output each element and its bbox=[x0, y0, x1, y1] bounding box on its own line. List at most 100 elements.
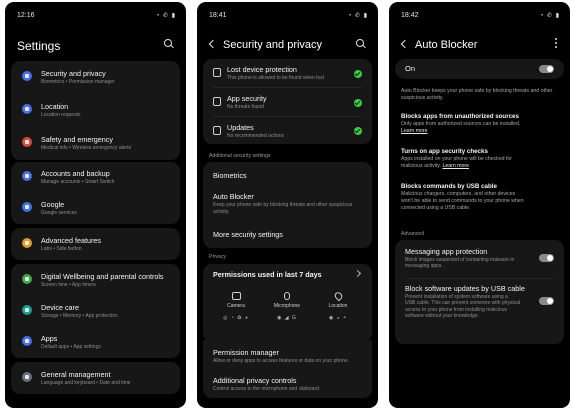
permission-manager-row[interactable]: Permission manager Allow or deny apps to… bbox=[203, 342, 372, 370]
settings-item-device-care[interactable]: Device care Storage • Memory • App prote… bbox=[11, 295, 180, 326]
page-title: Auto Blocker bbox=[415, 39, 478, 51]
star-gear-icon bbox=[22, 238, 32, 248]
security-status-card: Lost device protection This phone is all… bbox=[203, 59, 372, 144]
status-time: 18:42 bbox=[401, 12, 419, 19]
security-header: Security and privacy bbox=[197, 32, 378, 58]
emergency-icon bbox=[22, 137, 32, 147]
settings-item-google[interactable]: Google Google services bbox=[11, 193, 180, 224]
permission-label: Microphone bbox=[273, 303, 301, 309]
item-subtitle: Location requests bbox=[41, 112, 81, 118]
sliders-icon bbox=[22, 372, 32, 382]
back-arrow-icon[interactable] bbox=[398, 36, 412, 52]
settings-item-advanced[interactable]: Advanced features Labs • Side button bbox=[11, 228, 180, 260]
settings-header: Settings bbox=[5, 32, 186, 58]
status-bar: 18:41 ◔ ✆ ▮ bbox=[209, 12, 368, 22]
on-label: On bbox=[405, 64, 416, 73]
item-title: General management bbox=[41, 370, 111, 379]
back-arrow-icon[interactable] bbox=[206, 36, 220, 52]
master-toggle-row[interactable]: On bbox=[395, 59, 564, 79]
usb-updates-toggle[interactable] bbox=[539, 297, 554, 305]
permission-label: Camera bbox=[227, 303, 245, 309]
app-security-row[interactable]: App security No threats found bbox=[203, 88, 372, 116]
additional-privacy-controls-row[interactable]: Additional privacy controls Control acce… bbox=[203, 370, 372, 398]
feature-title: Blocks commands by USB cable bbox=[401, 183, 497, 190]
auto-blocker-row[interactable]: Auto Blocker Keep your phone safe by blo… bbox=[203, 186, 372, 224]
status-icons: ◔ ✆ ▮ bbox=[539, 13, 560, 19]
learn-more-link[interactable]: Learn more bbox=[442, 163, 469, 169]
settings-item-location[interactable]: Location Location requests bbox=[11, 94, 180, 127]
settings-group-1: Security and privacy Biometrics • Permis… bbox=[11, 61, 180, 160]
item-subtitle: Prevent installation of system software … bbox=[405, 294, 520, 319]
status-bar: 18:42 ◔ ✆ ▮ bbox=[401, 12, 560, 22]
auto-blocker-header: Auto Blocker bbox=[389, 32, 570, 58]
item-subtitle: Google services bbox=[41, 210, 77, 216]
item-subtitle: No threats found bbox=[227, 104, 264, 110]
settings-item-safety[interactable]: Safety and emergency Medical info • Wire… bbox=[11, 127, 180, 160]
item-title: Block software updates by USB cable bbox=[405, 284, 525, 293]
item-subtitle: Keep your phone safe by blocking threats… bbox=[213, 202, 353, 215]
shield-icon bbox=[22, 71, 32, 81]
item-title: Auto Blocker bbox=[213, 192, 254, 201]
usb-updates-block-row[interactable]: Block software updates by USB cable Prev… bbox=[395, 279, 564, 344]
search-icon[interactable] bbox=[354, 37, 368, 51]
apps-shield-icon bbox=[213, 97, 221, 106]
permissions-used-row[interactable]: Permissions used in last 7 days bbox=[203, 264, 372, 284]
feature-unauthorized-sources: Blocks apps from unauthorized sources On… bbox=[401, 113, 558, 135]
privacy-controls-card: Permission manager Allow or deny apps to… bbox=[203, 340, 372, 398]
messaging-app-protection-row[interactable]: Messaging app protection Block images su… bbox=[395, 240, 564, 276]
more-options-icon[interactable] bbox=[554, 38, 558, 50]
item-subtitle: Control access to the microphone and cli… bbox=[213, 386, 321, 392]
settings-item-general[interactable]: General management Language and keyboard… bbox=[11, 362, 180, 394]
additional-security-card: Biometrics Auto Blocker Keep your phone … bbox=[203, 162, 372, 248]
check-icon bbox=[354, 127, 362, 135]
permission-apps: ◉ ◒ ◓ bbox=[328, 315, 348, 321]
status-time: 12:16 bbox=[17, 12, 35, 19]
item-title: Messaging app protection bbox=[405, 247, 488, 256]
page-title: Settings bbox=[17, 39, 61, 53]
learn-more-link[interactable]: Learn more bbox=[401, 128, 428, 134]
biometrics-row[interactable]: Biometrics bbox=[203, 162, 372, 186]
security-privacy-screen: 18:41 ◔ ✆ ▮ Security and privacy Lost de… bbox=[197, 2, 378, 408]
item-title: Safety and emergency bbox=[41, 135, 113, 144]
item-title: Google bbox=[41, 200, 65, 209]
search-icon[interactable] bbox=[162, 37, 176, 51]
settings-item-accounts[interactable]: Accounts and backup Manage accounts • Sm… bbox=[11, 162, 180, 193]
settings-item-apps[interactable]: Apps Default apps • App settings bbox=[11, 326, 180, 358]
item-subtitle: Labs • Side button bbox=[41, 246, 82, 252]
phone-lock-icon bbox=[213, 68, 221, 77]
settings-item-wellbeing[interactable]: Digital Wellbeing and parental controls … bbox=[11, 264, 180, 295]
item-title: Apps bbox=[41, 334, 58, 343]
location-pin-icon bbox=[22, 104, 32, 114]
location-permission[interactable]: Location ◉ ◒ ◓ bbox=[313, 290, 363, 321]
sync-icon bbox=[22, 171, 32, 181]
more-security-settings-row[interactable]: More security settings bbox=[203, 224, 372, 248]
advanced-card: Messaging app protection Block images su… bbox=[395, 240, 564, 344]
item-subtitle: Default apps • App settings bbox=[41, 344, 101, 350]
camera-permission[interactable]: Camera ◎ ◔ ✿ ◕ bbox=[211, 292, 261, 321]
messaging-protection-toggle[interactable] bbox=[539, 254, 554, 262]
item-subtitle: Storage • Memory • App protection bbox=[41, 313, 118, 319]
update-icon bbox=[213, 126, 221, 135]
item-title: Digital Wellbeing and parental controls bbox=[41, 272, 164, 281]
check-icon bbox=[354, 99, 362, 107]
microphone-permission[interactable]: Microphone ◉ ◢ G bbox=[262, 292, 312, 321]
lost-device-protection-row[interactable]: Lost device protection This phone is all… bbox=[203, 59, 372, 87]
item-title: Location bbox=[41, 102, 69, 111]
item-title: Lost device protection bbox=[227, 65, 297, 74]
auto-blocker-toggle[interactable] bbox=[539, 65, 554, 73]
permissions-card: Permissions used in last 7 days Camera ◎… bbox=[203, 264, 372, 342]
permission-apps: ◎ ◔ ✿ ◕ bbox=[223, 315, 249, 321]
feature-title: Turns on app security checks bbox=[401, 148, 488, 155]
camera-icon bbox=[231, 292, 241, 300]
settings-screen: 12:16 ◔ ✆ ▮ Settings Security and privac… bbox=[5, 2, 186, 408]
feature-title: Blocks apps from unauthorized sources bbox=[401, 113, 519, 120]
device-care-icon bbox=[22, 305, 32, 315]
item-subtitle: Manage accounts • Smart Switch bbox=[41, 179, 115, 185]
section-label: Privacy bbox=[209, 254, 227, 260]
settings-item-security[interactable]: Security and privacy Biometrics • Permis… bbox=[11, 61, 180, 94]
feature-usb-commands: Blocks commands by USB cable Malicious c… bbox=[401, 183, 558, 212]
check-icon bbox=[354, 70, 362, 78]
settings-group-3: Advanced features Labs • Side button bbox=[11, 228, 180, 260]
item-subtitle: No recommended actions bbox=[227, 133, 284, 139]
updates-row[interactable]: Updates No recommended actions bbox=[203, 117, 372, 144]
